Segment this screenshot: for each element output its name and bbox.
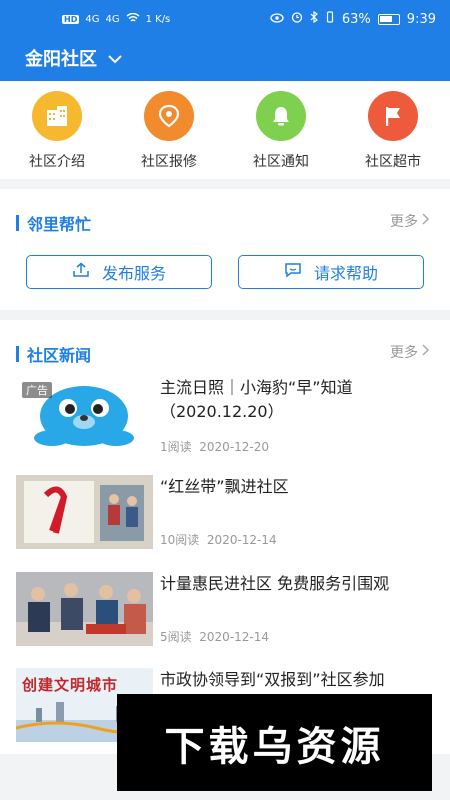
clock: 9:39 bbox=[406, 11, 436, 27]
news-item[interactable]: “红丝带”飘进社区 10阅读 2020-12-14 bbox=[16, 475, 436, 555]
quick-item-notice[interactable]: 社区通知 bbox=[236, 91, 326, 171]
news-date: 2020-12-20 bbox=[199, 440, 270, 454]
news-meta: 10阅读 2020-12-14 bbox=[160, 531, 277, 548]
status-right: 63% 9:39 bbox=[270, 10, 436, 27]
bell-icon bbox=[256, 91, 306, 141]
watermark-overlay: 下载乌资源 bbox=[117, 694, 432, 791]
quick-item-repair[interactable]: 社区报修 bbox=[124, 91, 214, 171]
community-selector[interactable]: 金阳社区 bbox=[25, 45, 123, 71]
title-accent-bar bbox=[16, 346, 19, 362]
battery-icon bbox=[377, 13, 400, 25]
news-title: 市政协领导到“双报到”社区参加 bbox=[160, 670, 385, 689]
chevron-right-icon bbox=[422, 344, 430, 360]
quick-item-label: 社区介绍 bbox=[29, 154, 85, 170]
request-help-button[interactable]: 请求帮助 bbox=[238, 255, 424, 289]
red-ribbon-photo bbox=[16, 475, 153, 549]
title-accent-bar bbox=[16, 215, 19, 231]
news-thumbnail bbox=[16, 475, 153, 549]
vibrate-icon bbox=[325, 11, 335, 27]
bluetooth-icon bbox=[310, 10, 318, 27]
news-more-link[interactable]: 更多 bbox=[390, 342, 430, 362]
more-label: 更多 bbox=[390, 214, 418, 230]
news-section: 社区新闻 更多 广告 主流日照｜小海豹“早”知道（2020.12.20） 1阅读… bbox=[0, 320, 450, 754]
read-count: 1阅读 bbox=[160, 440, 192, 454]
ad-badge: 广告 bbox=[22, 382, 52, 398]
chevron-down-icon bbox=[107, 48, 123, 69]
building-icon bbox=[32, 91, 82, 141]
news-thumbnail bbox=[16, 572, 153, 646]
network-indicator: 4G bbox=[85, 14, 100, 25]
news-title: 主流日照｜小海豹“早”知道（2020.12.20） bbox=[160, 378, 353, 421]
news-section-title: 社区新闻 bbox=[16, 342, 91, 366]
location-icon bbox=[144, 91, 194, 141]
hd-badge: HD bbox=[62, 15, 80, 24]
wifi-icon bbox=[126, 12, 140, 26]
thumbnail-banner-text: 创建文明城市 bbox=[22, 676, 119, 694]
news-title: 计量惠民进社区 免费服务引围观 bbox=[160, 574, 390, 593]
quick-actions: 社区介绍 社区报修 社区通知 社区超市 bbox=[0, 81, 450, 179]
news-item[interactable]: 广告 主流日照｜小海豹“早”知道（2020.12.20） 1阅读 2020-12… bbox=[16, 376, 436, 456]
news-date: 2020-12-14 bbox=[199, 630, 270, 644]
request-label: 请求帮助 bbox=[313, 264, 378, 283]
quick-item-intro[interactable]: 社区介绍 bbox=[12, 91, 102, 171]
battery-percent: 63% bbox=[341, 11, 371, 27]
news-item[interactable]: 计量惠民进社区 免费服务引围观 5阅读 2020-12-14 bbox=[16, 572, 436, 652]
quick-item-label: 社区超市 bbox=[365, 154, 421, 170]
community-service-photo bbox=[16, 572, 153, 646]
help-title-text: 邻里帮忙 bbox=[27, 215, 92, 234]
news-meta: 1阅读 2020-12-20 bbox=[160, 438, 269, 455]
network-indicator-2: 4G bbox=[105, 14, 120, 25]
news-meta: 5阅读 2020-12-14 bbox=[160, 628, 269, 645]
net-speed: 1 K/s bbox=[145, 14, 171, 25]
message-icon bbox=[284, 262, 302, 282]
flag-icon bbox=[368, 91, 418, 141]
more-label: 更多 bbox=[390, 345, 418, 361]
news-title: “红丝带”飘进社区 bbox=[160, 477, 289, 496]
read-count: 5阅读 bbox=[160, 630, 192, 644]
community-name: 金阳社区 bbox=[25, 49, 97, 70]
news-date: 2020-12-14 bbox=[206, 533, 277, 547]
top-bar: HD 4G 4G 1 K/s 63% 9:39 金阳社区 bbox=[0, 0, 450, 81]
news-thumbnail: 广告 bbox=[16, 376, 153, 450]
help-section: 邻里帮忙 更多 发布服务 请求帮助 bbox=[0, 189, 450, 310]
help-section-title: 邻里帮忙 bbox=[16, 211, 91, 235]
alarm-icon bbox=[291, 11, 303, 27]
quick-item-label: 社区通知 bbox=[253, 154, 309, 170]
status-left: HD 4G 4G 1 K/s bbox=[62, 12, 171, 26]
eye-icon bbox=[270, 12, 284, 27]
publish-service-button[interactable]: 发布服务 bbox=[26, 255, 212, 289]
help-more-link[interactable]: 更多 bbox=[390, 211, 430, 231]
quick-item-market[interactable]: 社区超市 bbox=[348, 91, 438, 171]
read-count: 10阅读 bbox=[160, 533, 200, 547]
quick-item-label: 社区报修 bbox=[141, 154, 197, 170]
upload-icon bbox=[72, 262, 90, 282]
publish-label: 发布服务 bbox=[101, 264, 166, 283]
news-title-text: 社区新闻 bbox=[27, 346, 92, 365]
status-bar: HD 4G 4G 1 K/s 63% 9:39 bbox=[0, 0, 450, 42]
chevron-right-icon bbox=[422, 213, 430, 229]
